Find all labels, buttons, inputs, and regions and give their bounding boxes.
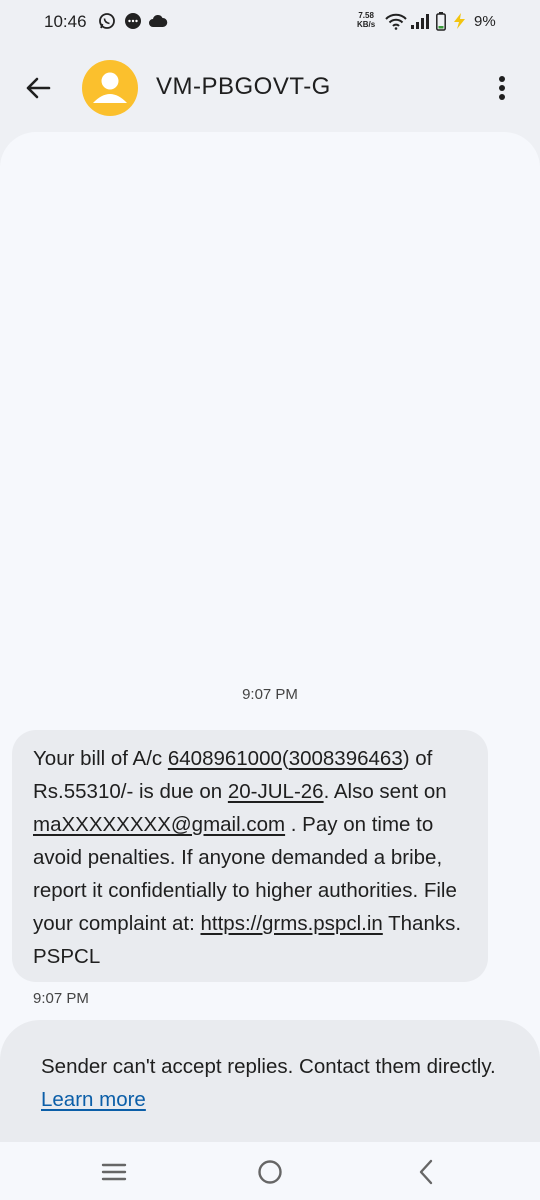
home-icon bbox=[258, 1160, 282, 1184]
status-bar: 10:46 7.58 KB/s 9% bbox=[0, 0, 540, 44]
url-link[interactable]: https://grms.pspcl.in bbox=[201, 912, 383, 935]
message-bubble[interactable]: Your bill of A/c 6408961000(3008396463) … bbox=[12, 730, 488, 982]
battery-saver-icon bbox=[450, 12, 468, 35]
back-arrow-icon bbox=[26, 77, 51, 99]
due-date-link[interactable]: 20-JUL-26 bbox=[228, 780, 324, 803]
more-options-button[interactable] bbox=[484, 70, 520, 106]
wifi-icon bbox=[385, 13, 407, 35]
back-button[interactable] bbox=[20, 70, 56, 106]
email-link[interactable]: maXXXXXXXX@gmail.com bbox=[33, 813, 285, 836]
home-button[interactable] bbox=[250, 1152, 290, 1192]
back-icon bbox=[419, 1159, 433, 1185]
system-nav-bar bbox=[0, 1142, 540, 1200]
signal-icon bbox=[410, 13, 430, 35]
recents-icon bbox=[101, 1163, 127, 1181]
conversation-title: VM-PBGOVT-G bbox=[156, 73, 331, 100]
top-app-bar: VM-PBGOVT-G bbox=[0, 50, 540, 130]
net-speed: 7.58 KB/s bbox=[357, 11, 376, 29]
notice-text: Sender can't accept replies. Contact the… bbox=[41, 1055, 496, 1078]
message-icon bbox=[124, 12, 142, 35]
battery-icon bbox=[436, 12, 446, 36]
nav-back-button[interactable] bbox=[406, 1152, 446, 1192]
message-text: Your bill of A/c bbox=[33, 747, 168, 770]
more-vert-icon bbox=[499, 76, 505, 100]
cloud-icon bbox=[148, 14, 168, 33]
status-time: 10:46 bbox=[44, 12, 87, 31]
message-timestamp-header: 9:07 PM bbox=[242, 686, 298, 703]
battery-percent: 9% bbox=[474, 13, 496, 30]
cannot-reply-notice: Sender can't accept replies. Contact the… bbox=[0, 1020, 540, 1160]
recents-button[interactable] bbox=[94, 1152, 134, 1192]
avatar[interactable] bbox=[82, 60, 138, 116]
account-number-link[interactable]: 6408961000 bbox=[168, 747, 282, 770]
account-number-link[interactable]: 3008396463 bbox=[289, 747, 403, 770]
message-text: . Also sent on bbox=[323, 780, 447, 803]
learn-more-link[interactable]: Learn more bbox=[41, 1088, 146, 1111]
message-text: ( bbox=[281, 747, 289, 770]
person-icon bbox=[93, 72, 127, 103]
whatsapp-icon bbox=[98, 12, 116, 35]
message-timestamp: 9:07 PM bbox=[33, 990, 89, 1007]
conversation-panel[interactable]: 9:07 PM Your bill of A/c 6408961000(3008… bbox=[0, 132, 540, 1160]
